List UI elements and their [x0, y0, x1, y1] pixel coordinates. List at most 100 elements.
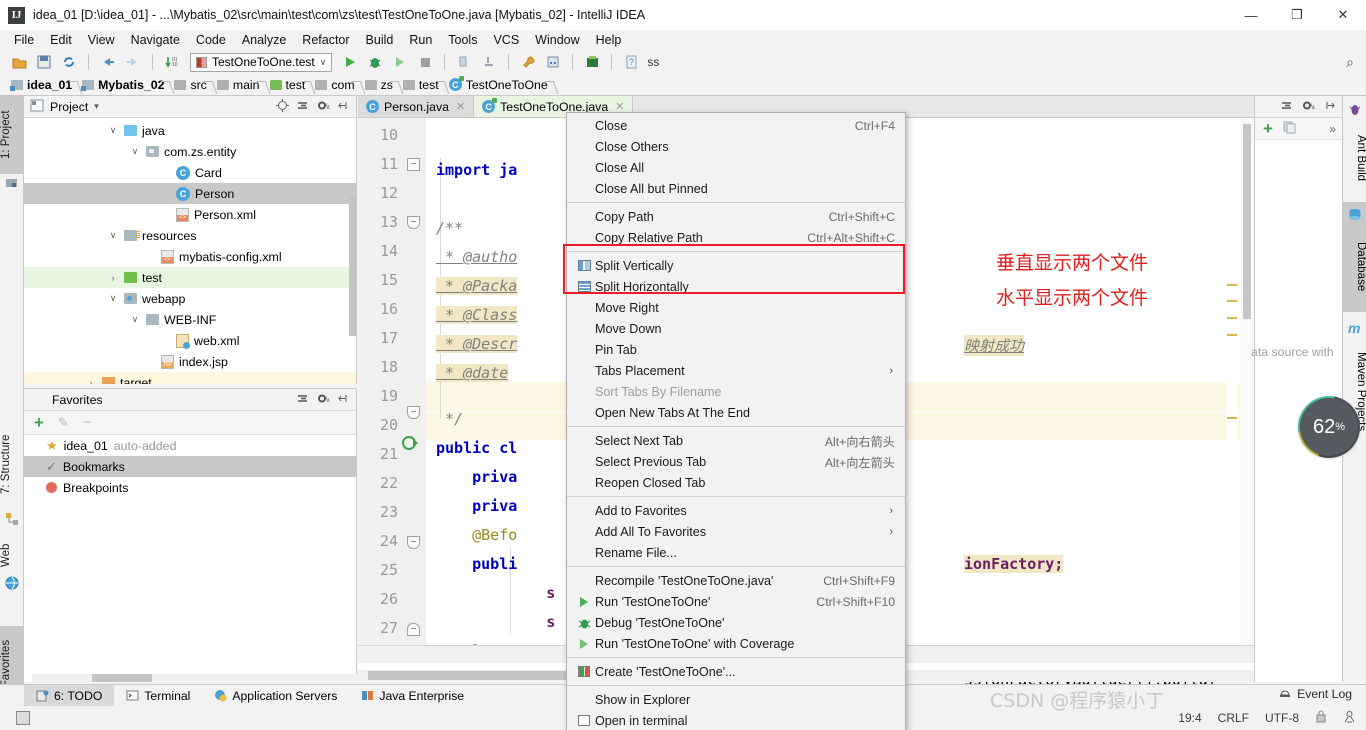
- tree-item-java[interactable]: ∨ java: [24, 120, 356, 141]
- copy-icon[interactable]: [1283, 121, 1296, 137]
- breadcrumb-item-test-pkg[interactable]: test: [400, 78, 446, 92]
- chevron-down-icon[interactable]: ∨: [129, 146, 141, 157]
- menu-item-split-vertically[interactable]: Split Vertically: [567, 255, 905, 276]
- tree-item-webapp[interactable]: ∨ webapp: [24, 288, 356, 309]
- hide-panel-icon[interactable]: [337, 392, 350, 408]
- menu-item-create-config[interactable]: Create 'TestOneToOne'...: [567, 661, 905, 682]
- sidebar-item-structure[interactable]: 7: Structure: [0, 418, 24, 510]
- tree-item-test[interactable]: › test: [24, 267, 356, 288]
- menu-item-reopen-closed-tab[interactable]: Reopen Closed Tab: [567, 472, 905, 493]
- sync-icon[interactable]: [58, 52, 80, 72]
- project-tree[interactable]: ∨ java ∨ com.zs.entity C Card C Person <…: [24, 118, 356, 384]
- debug-icon[interactable]: [364, 52, 386, 72]
- favorites-item-bookmarks[interactable]: ✓ Bookmarks: [24, 456, 356, 477]
- close-button[interactable]: ✕: [1320, 0, 1366, 30]
- help-icon[interactable]: ?: [620, 52, 642, 72]
- settings-gear-icon[interactable]: \u25be: [316, 392, 348, 408]
- fold-import-icon[interactable]: −: [407, 158, 420, 171]
- hide-panel-icon[interactable]: [337, 99, 350, 115]
- menu-item-run-with-coverage[interactable]: Run 'TestOneToOne' with Coverage: [567, 633, 905, 654]
- locate-icon[interactable]: [276, 98, 289, 115]
- menu-item-recompile[interactable]: Recompile 'TestOneToOne.java' Ctrl+Shift…: [567, 570, 905, 591]
- run-configuration-selector[interactable]: TestOneToOne.test ∨: [190, 52, 333, 72]
- file-encoding[interactable]: UTF-8: [1265, 711, 1299, 725]
- caret-position[interactable]: 19:4: [1178, 711, 1201, 725]
- line-separator[interactable]: CRLF: [1218, 711, 1249, 725]
- menu-refactor[interactable]: Refactor: [294, 31, 357, 49]
- maximize-button[interactable]: ❐: [1274, 0, 1320, 30]
- menu-item-rename-file[interactable]: Rename File...: [567, 542, 905, 563]
- menu-item-close-all-but-pinned[interactable]: Close All but Pinned: [567, 178, 905, 199]
- menu-item-select-next-tab[interactable]: Select Next Tab Alt+向右箭头: [567, 430, 905, 451]
- lock-icon[interactable]: [1315, 710, 1327, 726]
- menu-item-move-right[interactable]: Move Right: [567, 297, 905, 318]
- inspections-icon[interactable]: [1343, 710, 1356, 726]
- menu-item-debug[interactable]: Debug 'TestOneToOne': [567, 612, 905, 633]
- chevron-down-icon[interactable]: ∨: [129, 314, 141, 325]
- tool-window-java-enterprise[interactable]: Java Enterprise: [349, 685, 476, 707]
- menu-item-pin-tab[interactable]: Pin Tab: [567, 339, 905, 360]
- search-everywhere-icon[interactable]: ⌕: [1346, 54, 1354, 71]
- run-class-gutter-icon[interactable]: [402, 434, 422, 455]
- chevron-down-icon[interactable]: ∨: [107, 293, 119, 304]
- tool-window-terminal[interactable]: Terminal: [114, 685, 202, 707]
- favorites-item-idea01[interactable]: ★ idea_01 auto-added: [24, 435, 356, 456]
- tree-item-com-zs-entity[interactable]: ∨ com.zs.entity: [24, 141, 356, 162]
- open-folder-icon[interactable]: [8, 52, 30, 72]
- favorites-item-breakpoints[interactable]: Breakpoints: [24, 477, 356, 498]
- menu-analyze[interactable]: Analyze: [234, 31, 294, 49]
- breadcrumb-item-com[interactable]: com: [312, 78, 361, 92]
- breadcrumb-item-mybatis02[interactable]: Mybatis_02: [79, 78, 171, 92]
- breadcrumb-item-src[interactable]: src: [171, 78, 213, 92]
- save-icon[interactable]: [33, 52, 55, 72]
- event-log-button[interactable]: Event Log: [1278, 686, 1352, 702]
- menu-item-split-horizontally[interactable]: Split Horizontally: [567, 276, 905, 297]
- menu-item-move-down[interactable]: Move Down: [567, 318, 905, 339]
- sdk-icon[interactable]: [581, 52, 603, 72]
- back-arrow-icon[interactable]: [97, 52, 119, 72]
- tree-item-resources[interactable]: ∨ resources: [24, 225, 356, 246]
- project-tree-scrollbar[interactable]: [349, 196, 356, 336]
- add-icon[interactable]: +: [34, 413, 44, 433]
- tree-item-person-xml[interactable]: Person.xml: [24, 204, 356, 225]
- project-structure-icon[interactable]: [542, 52, 564, 72]
- menu-edit[interactable]: Edit: [42, 31, 80, 49]
- chevron-down-icon[interactable]: ▾: [94, 101, 99, 112]
- chevron-down-icon[interactable]: ∨: [107, 230, 119, 241]
- run-icon[interactable]: [339, 52, 361, 72]
- hide-panel-icon[interactable]: [1323, 99, 1336, 115]
- menu-item-open-new-tabs-at-the-end[interactable]: Open New Tabs At The End: [567, 402, 905, 423]
- menu-file[interactable]: File: [6, 31, 42, 49]
- fold-method-end-icon[interactable]: −: [407, 623, 420, 636]
- menu-item-run[interactable]: Run 'TestOneToOne' Ctrl+Shift+F10: [567, 591, 905, 612]
- menu-navigate[interactable]: Navigate: [123, 31, 188, 49]
- breadcrumb-item-class[interactable]: C TestOneToOne: [446, 76, 555, 92]
- editor-tab-person[interactable]: C Person.java ✕: [358, 96, 475, 117]
- breadcrumb-item-zs[interactable]: zs: [362, 78, 400, 92]
- settings-gear-icon[interactable]: \u25be: [316, 99, 348, 115]
- menu-item-add-to-favorites[interactable]: Add to Favorites ›: [567, 500, 905, 521]
- menu-window[interactable]: Window: [527, 31, 587, 49]
- menu-help[interactable]: Help: [588, 31, 630, 49]
- sidebar-item-ant-build[interactable]: Ant Build: [1343, 118, 1366, 198]
- menu-item-open-in-terminal[interactable]: Open in terminal: [567, 710, 905, 730]
- favorites-hscrollbar[interactable]: [32, 674, 357, 682]
- remove-icon[interactable]: −: [83, 414, 92, 431]
- menu-view[interactable]: View: [80, 31, 123, 49]
- menu-build[interactable]: Build: [358, 31, 402, 49]
- collapse-all-icon[interactable]: [1280, 99, 1293, 115]
- fold-method-icon[interactable]: −: [407, 536, 420, 549]
- tree-item-person[interactable]: C Person: [24, 183, 356, 204]
- coverage-icon[interactable]: [389, 52, 411, 72]
- editor-vertical-scrollbar[interactable]: [1240, 118, 1254, 663]
- tree-item-web-inf[interactable]: ∨ WEB-INF: [24, 309, 356, 330]
- tree-item-mybatis-config[interactable]: mybatis-config.xml: [24, 246, 356, 267]
- tree-item-card[interactable]: C Card: [24, 162, 356, 183]
- tool-window-todo[interactable]: 6: TODO: [24, 684, 115, 707]
- attach-icon[interactable]: [478, 52, 500, 72]
- menu-item-copy-path[interactable]: Copy Path Ctrl+Shift+C: [567, 206, 905, 227]
- chevron-right-icon[interactable]: ›: [107, 273, 119, 283]
- menu-item-select-previous-tab[interactable]: Select Previous Tab Alt+向左箭头: [567, 451, 905, 472]
- menu-item-close-all[interactable]: Close All: [567, 157, 905, 178]
- stop-icon[interactable]: [414, 52, 436, 72]
